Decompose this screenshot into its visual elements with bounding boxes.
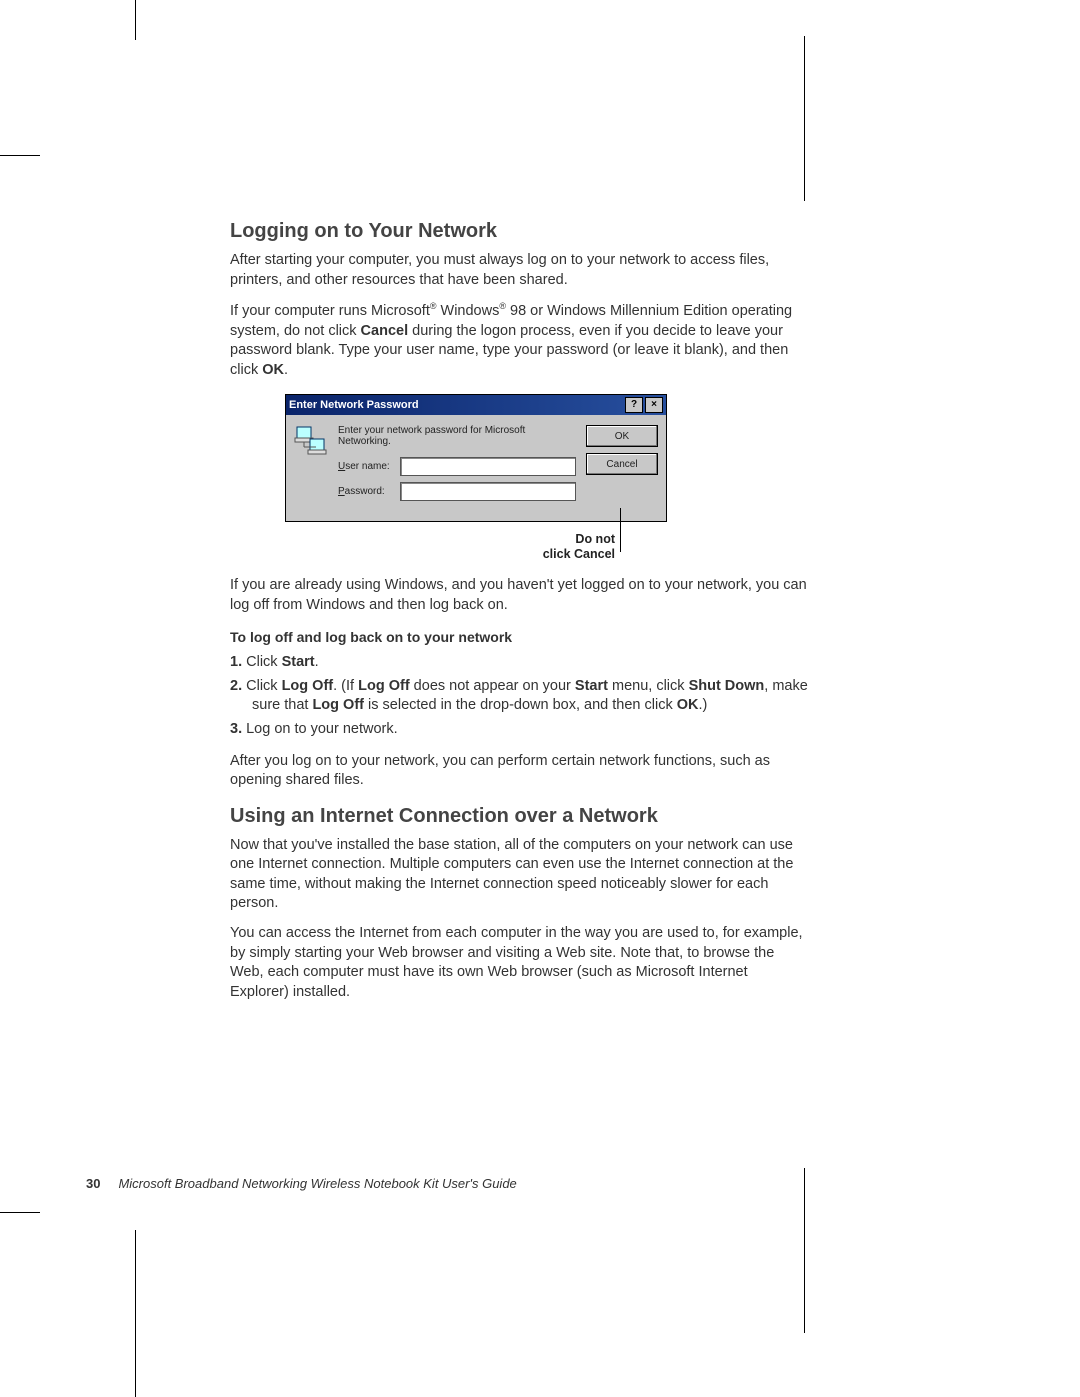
step-2: 2. Click Log Off. (If Log Off does not a… — [230, 677, 810, 716]
crop-mark — [135, 1230, 136, 1397]
text: . — [315, 654, 319, 670]
text: menu, click — [608, 678, 689, 694]
help-button[interactable]: ? — [625, 397, 643, 413]
label-rest: assword: — [345, 486, 385, 497]
bold-text: Start — [282, 654, 315, 670]
text: .) — [698, 697, 707, 713]
page-footer: 30 Microsoft Broadband Networking Wireles… — [86, 1176, 517, 1191]
username-label: User name: — [338, 461, 400, 472]
crop-mark — [0, 155, 40, 156]
step-number: 2. — [230, 678, 242, 694]
dialog-fields: Enter your network password for Microsof… — [338, 425, 576, 507]
username-input[interactable] — [400, 457, 576, 476]
ok-button[interactable]: OK — [586, 425, 658, 447]
username-row: User name: — [338, 457, 576, 476]
step-number: 1. — [230, 654, 242, 670]
heading-logging-on: Logging on to Your Network — [230, 220, 810, 243]
registered-mark: ® — [499, 301, 506, 311]
text: Log on to your network. — [242, 721, 398, 737]
text: . (If — [333, 678, 358, 694]
dialog-title: Enter Network Password — [289, 399, 623, 411]
procedure-title: To log off and log back on to your netwo… — [230, 629, 810, 645]
step-number: 3. — [230, 721, 242, 737]
dialog-body: Enter your network password for Microsof… — [286, 415, 666, 521]
cancel-button[interactable]: Cancel — [586, 453, 658, 475]
password-label: Password: — [338, 486, 400, 497]
network-icon — [294, 425, 330, 461]
label-rest: ser name: — [345, 461, 389, 472]
bold-text: OK — [262, 362, 284, 378]
bold-text: Cancel — [361, 323, 409, 339]
dialog-buttons: OK Cancel — [586, 425, 658, 507]
step-3: 3. Log on to your network. — [230, 720, 810, 740]
enter-network-password-dialog: Enter Network Password ? × — [285, 394, 667, 522]
underline-char: P — [338, 486, 345, 497]
bold-text: OK — [677, 697, 699, 713]
paragraph: Now that you've installed the base stati… — [230, 836, 810, 914]
password-row: Password: — [338, 482, 576, 501]
step-1: 1. Click Start. — [230, 653, 810, 673]
crop-mark — [804, 36, 805, 201]
text: is selected in the drop-down box, and th… — [364, 697, 677, 713]
callout-line1: Do not — [575, 532, 615, 546]
footer-title: Microsoft Broadband Networking Wireless … — [118, 1176, 516, 1191]
bold-text: Log Off — [282, 678, 334, 694]
callout-text: Do not click Cancel — [543, 532, 615, 561]
paragraph: After starting your computer, you must a… — [230, 251, 810, 290]
bold-text: Log Off — [312, 697, 364, 713]
dialog-titlebar: Enter Network Password ? × — [286, 395, 666, 415]
text: . — [284, 362, 288, 378]
text: Windows — [436, 303, 499, 319]
dialog-screenshot: Enter Network Password ? × — [285, 394, 810, 522]
page-number: 30 — [86, 1176, 100, 1191]
text: Click — [242, 678, 281, 694]
bold-text: Log Off — [358, 678, 410, 694]
page-content: Logging on to Your Network After startin… — [230, 220, 810, 1012]
bold-text: Shut Down — [689, 678, 765, 694]
callout-leader-line — [620, 508, 621, 552]
close-button[interactable]: × — [645, 397, 663, 413]
crop-mark — [804, 1168, 805, 1333]
crop-mark — [135, 0, 136, 40]
crop-mark — [0, 1212, 40, 1213]
paragraph: If you are already using Windows, and yo… — [230, 576, 810, 615]
dialog-message: Enter your network password for Microsof… — [338, 425, 576, 447]
callout: Do not click Cancel — [285, 526, 665, 566]
text: If your computer runs Microsoft — [230, 303, 430, 319]
paragraph: If your computer runs Microsoft ® Windows… — [230, 300, 810, 380]
paragraph: You can access the Internet from each co… — [230, 924, 810, 1002]
paragraph: After you log on to your network, you ca… — [230, 752, 810, 791]
password-input[interactable] — [400, 482, 576, 501]
document-page: Logging on to Your Network After startin… — [0, 0, 1080, 1397]
heading-internet-connection: Using an Internet Connection over a Netw… — [230, 805, 810, 828]
text: does not appear on your — [410, 678, 575, 694]
callout-line2: click Cancel — [543, 547, 615, 561]
text: Click — [242, 654, 281, 670]
bold-text: Start — [575, 678, 608, 694]
